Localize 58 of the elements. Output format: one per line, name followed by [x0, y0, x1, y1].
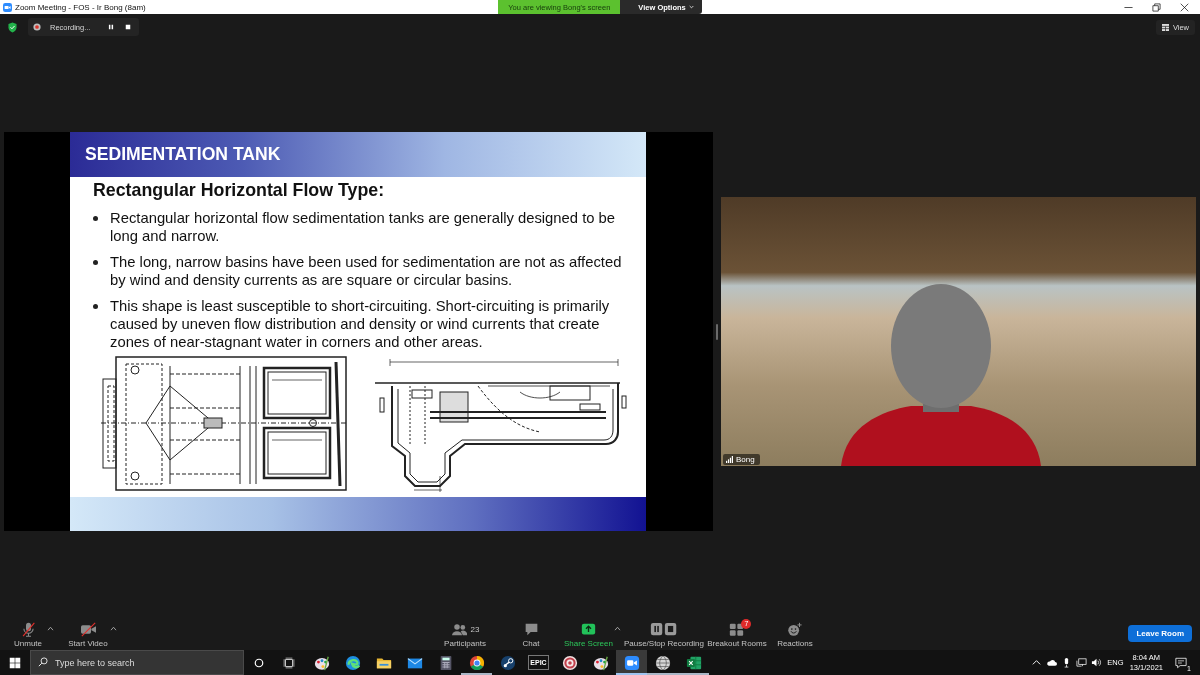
globe-icon	[654, 654, 671, 671]
bullet-icon	[93, 260, 98, 265]
speaker-icon[interactable]	[1091, 657, 1103, 668]
pause-icon[interactable]	[108, 24, 115, 30]
recording-controls-button[interactable]: Pause/Stop Recording	[620, 616, 707, 648]
swirl-icon	[344, 654, 361, 671]
leave-room-button[interactable]: Leave Room	[1128, 625, 1192, 642]
splitter-handle[interactable]	[716, 323, 718, 340]
palette-icon	[313, 654, 330, 671]
chevron-up-icon[interactable]	[1031, 657, 1043, 668]
search-field[interactable]: Type here to search	[30, 650, 244, 675]
chevron-down-icon	[688, 5, 694, 9]
participants-button[interactable]: 23 Participants	[432, 616, 498, 648]
mute-toggle-button[interactable]: Unmute	[10, 616, 46, 648]
grid-icon	[1161, 23, 1169, 31]
share-screen-button[interactable]: Share Screen	[564, 616, 613, 648]
task-view-icon[interactable]	[283, 656, 295, 669]
target-icon	[561, 654, 578, 671]
cloud-icon[interactable]	[1046, 657, 1058, 668]
taskbar-app-button[interactable]	[616, 650, 647, 675]
video-camera-icon	[623, 654, 640, 671]
reactions-button[interactable]: Reactions	[766, 616, 823, 648]
search-icon	[38, 657, 48, 667]
participant-name: Bong	[736, 455, 755, 464]
pause-stop-icon	[649, 621, 678, 637]
speech-bubble-icon	[523, 621, 539, 637]
bullet-icon	[93, 216, 98, 221]
cortana-ring-icon[interactable]	[253, 656, 265, 669]
palette-icon	[592, 654, 609, 671]
caret-icon[interactable]	[110, 626, 117, 631]
windows-start-icon[interactable]	[9, 656, 21, 669]
window-title: Zoom Meeting - FOS - Ir Bong (8am)	[15, 2, 146, 12]
slide-title: SEDIMENTATION TANK	[85, 144, 281, 165]
slide-heading: Rectangular Horizontal Flow Type:	[93, 180, 386, 200]
notification-icon[interactable]	[1175, 656, 1187, 669]
caret-icon[interactable]	[613, 626, 621, 631]
record-icon	[33, 23, 41, 31]
bullet-text: The long, narrow basins have been used for sedimentation are not as affected by wind and density currents as are square or circular basins.	[110, 253, 623, 289]
disc-icon	[499, 654, 516, 671]
signal-bars-icon	[726, 456, 733, 463]
video-toggle-button[interactable]: Start Video	[67, 616, 109, 648]
network-icon[interactable]	[1076, 657, 1088, 668]
ring-icon	[468, 654, 485, 671]
stop-icon[interactable]	[125, 24, 132, 30]
bullet-text: Rectangular horizontal flow sedimentation tanks are generally designed to be long and narrow.	[110, 209, 617, 245]
participant-count: 23	[470, 624, 480, 634]
people-icon	[450, 621, 468, 637]
smiley-plus-icon	[787, 621, 803, 637]
chat-button[interactable]: Chat	[498, 616, 564, 648]
share-screen-icon	[580, 621, 596, 637]
grid-icon	[729, 621, 745, 637]
shield-check-icon[interactable]	[8, 21, 17, 33]
restore-icon[interactable]	[1152, 2, 1161, 12]
close-icon[interactable]	[1180, 2, 1189, 12]
caret-icon[interactable]	[47, 626, 54, 631]
bullet-icon	[93, 304, 98, 309]
spreadsheet-icon	[685, 654, 702, 671]
bullet-text: This shape is least susceptible to short-circuiting. Short-circuiting is primarily caused by uneven flow distribution and density or wind currents that create zones of near-stagnant water in corners and other areas.	[110, 297, 611, 351]
